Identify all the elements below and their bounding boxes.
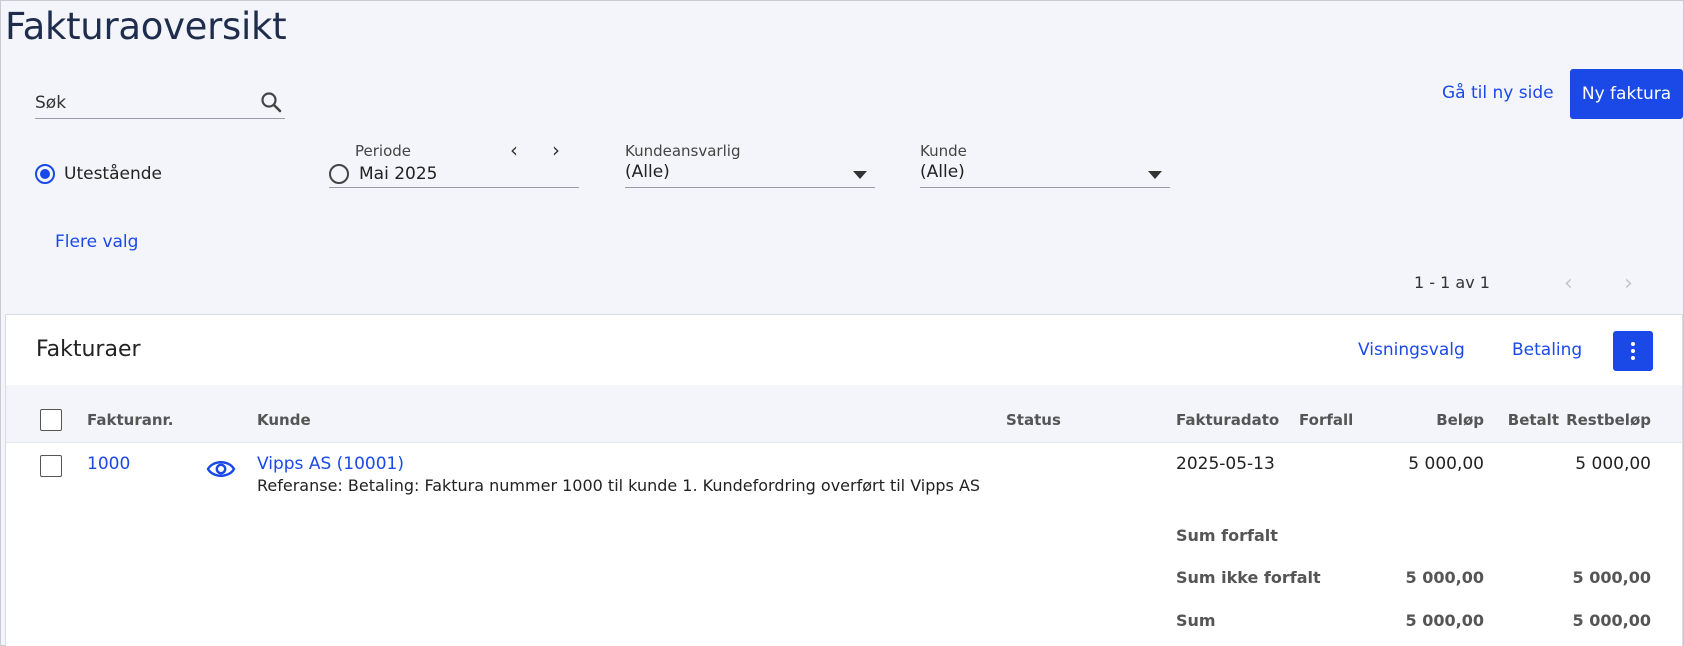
account-manager-select[interactable]: (Alle) <box>625 162 670 182</box>
account-manager-caret-down-icon[interactable] <box>853 171 867 179</box>
more-vertical-icon <box>1631 349 1635 353</box>
sum-not-overdue-remaining: 5 000,00 <box>1572 568 1651 587</box>
go-to-new-page-link[interactable]: Gå til ny side <box>1442 83 1554 103</box>
customer-link[interactable]: Vipps AS (10001) <box>257 454 404 474</box>
outstanding-label[interactable]: Utestående <box>64 164 162 184</box>
sum-not-overdue-amount: 5 000,00 <box>1405 568 1484 587</box>
invoices-card-title: Fakturaer <box>36 337 141 362</box>
column-invoice-no[interactable]: Fakturanr. <box>87 411 173 429</box>
period-value[interactable]: Mai 2025 <box>359 164 437 184</box>
more-vertical-icon <box>1631 342 1635 346</box>
customer-filter-caret-down-icon[interactable] <box>1148 171 1162 179</box>
column-invoice-date[interactable]: Fakturadato <box>1176 411 1279 429</box>
pagination-text: 1 - 1 av 1 <box>1414 273 1490 292</box>
account-manager-underline <box>625 187 875 188</box>
pagination-prev-chevron-icon[interactable]: ‹ <box>1564 271 1573 296</box>
invoice-reference: Referanse: Betaling: Faktura nummer 1000… <box>257 476 981 495</box>
column-amount[interactable]: Beløp <box>1436 411 1484 429</box>
more-menu-button[interactable] <box>1613 331 1653 371</box>
account-manager-label: Kundeansvarlig <box>625 142 741 160</box>
payment-button[interactable]: Betaling <box>1512 340 1582 360</box>
select-all-checkbox[interactable] <box>40 409 62 431</box>
outstanding-radio[interactable] <box>35 164 55 184</box>
search-box <box>35 87 285 119</box>
period-next-chevron-icon[interactable]: › <box>552 138 560 162</box>
customer-filter-label: Kunde <box>920 142 967 160</box>
new-invoice-button[interactable]: Ny faktura <box>1570 69 1683 119</box>
pagination-next-chevron-icon[interactable]: › <box>1624 271 1633 296</box>
invoice-number-link[interactable]: 1000 <box>87 454 130 474</box>
amount-cell: 5 000,00 <box>1408 454 1484 474</box>
column-status[interactable]: Status <box>1006 411 1061 429</box>
period-label: Periode <box>355 142 412 160</box>
sum-not-overdue-label: Sum ikke forfalt <box>1176 568 1321 587</box>
invoice-date-cell: 2025-05-13 <box>1176 454 1275 474</box>
customer-filter-select[interactable]: (Alle) <box>920 162 965 182</box>
sum-overdue-label: Sum forfalt <box>1176 526 1278 545</box>
period-underline <box>329 187 579 188</box>
column-due[interactable]: Forfall <box>1299 411 1353 429</box>
search-input[interactable] <box>35 91 255 115</box>
column-customer[interactable]: Kunde <box>257 411 311 429</box>
period-radio[interactable] <box>329 164 349 184</box>
search-icon[interactable] <box>259 90 283 114</box>
more-vertical-icon <box>1631 356 1635 360</box>
column-paid[interactable]: Betalt <box>1508 411 1559 429</box>
sum-total-remaining: 5 000,00 <box>1572 611 1651 630</box>
page-title: Fakturaoversikt <box>5 5 287 48</box>
sum-total-amount: 5 000,00 <box>1405 611 1484 630</box>
view-options-button[interactable]: Visningsvalg <box>1358 340 1465 360</box>
customer-filter-underline <box>920 187 1170 188</box>
column-remaining[interactable]: Restbeløp <box>1566 411 1651 429</box>
sum-total-label: Sum <box>1176 611 1216 630</box>
period-prev-chevron-icon[interactable]: ‹ <box>510 138 518 162</box>
row-checkbox[interactable] <box>40 455 62 477</box>
more-options-link[interactable]: Flere valg <box>55 232 138 252</box>
eye-icon[interactable] <box>206 456 236 482</box>
remaining-cell: 5 000,00 <box>1575 454 1651 474</box>
